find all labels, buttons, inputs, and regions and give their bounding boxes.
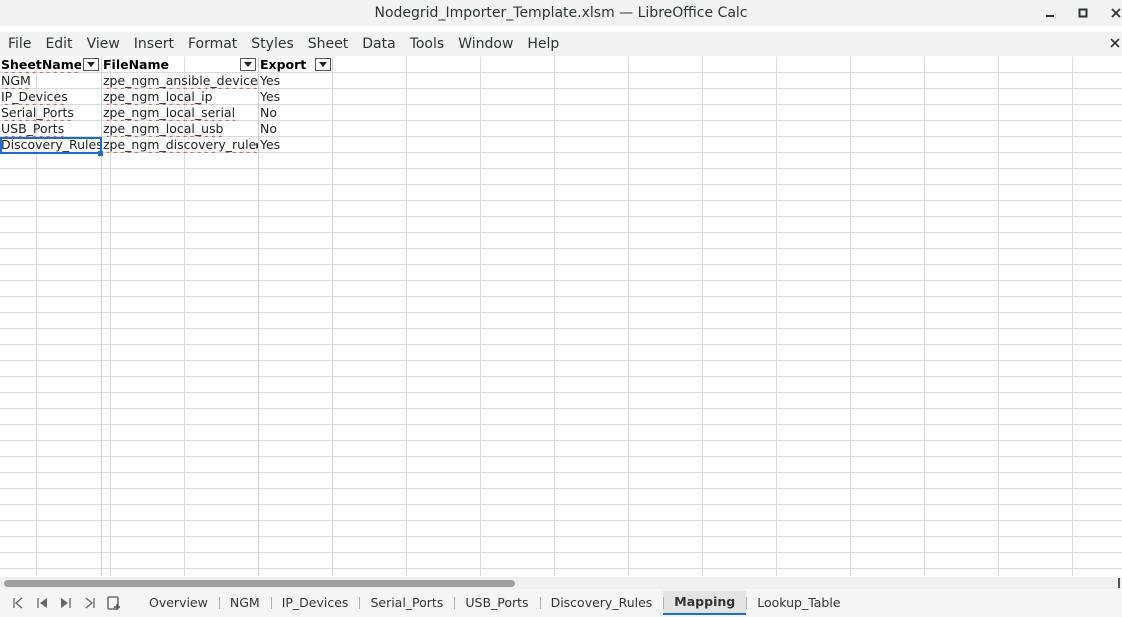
horizontal-scrollbar[interactable] — [0, 577, 1122, 589]
cell-filename[interactable]: zpe_ngm_discovery_rule▸ — [102, 137, 258, 153]
menu-file[interactable]: File — [0, 36, 31, 52]
cell-export[interactable]: Yes — [259, 73, 332, 89]
cell-export[interactable]: No — [259, 105, 332, 121]
dropdown-arrow-icon — [87, 62, 95, 67]
menu-help[interactable]: Help — [519, 36, 559, 52]
cell-filename[interactable]: zpe_ngm_local_usb — [102, 121, 258, 137]
menu-tools[interactable]: Tools — [402, 36, 445, 52]
menu-format[interactable]: Format — [180, 36, 237, 52]
cell-sheetname[interactable]: NGM — [0, 73, 100, 89]
close-icon — [1110, 38, 1120, 48]
sheet-tab-bar: Overview NGM IP_Devices Serial_Ports USB… — [0, 589, 1122, 617]
autofilter-button-filename[interactable] — [240, 58, 256, 71]
scrollbar-thumb[interactable] — [4, 580, 515, 587]
cell-filename[interactable]: zpe_ngm_local_serial — [102, 105, 258, 121]
close-window-button[interactable] — [1106, 3, 1122, 23]
sheet-tab-ngm[interactable]: NGM — [218, 591, 271, 615]
first-sheet-button[interactable] — [6, 593, 30, 613]
cell-sheetname[interactable]: USB_Ports — [0, 121, 100, 137]
cell-export[interactable]: Yes — [259, 137, 332, 153]
first-sheet-icon — [13, 597, 23, 609]
previous-sheet-icon — [37, 598, 47, 608]
header-cell-sheetname[interactable]: SheetName — [0, 57, 81, 73]
sheet-tab-serial-ports[interactable]: Serial_Ports — [359, 591, 454, 615]
header-cell-filename[interactable]: FileName — [102, 57, 238, 73]
cell-sheetname[interactable]: Serial_Ports — [0, 105, 100, 121]
cell-export[interactable]: No — [259, 121, 332, 137]
sheet-tab-overview[interactable]: Overview — [138, 591, 219, 615]
sheet-tab-mapping[interactable]: Mapping — [663, 591, 747, 615]
autofilter-button-sheetname[interactable] — [83, 58, 99, 71]
menu-styles[interactable]: Styles — [243, 36, 293, 52]
dropdown-arrow-icon — [244, 62, 252, 67]
next-sheet-icon — [61, 598, 71, 608]
minimize-button[interactable] — [1040, 3, 1060, 23]
cell-sheetname[interactable]: IP_Devices — [0, 89, 100, 105]
close-icon — [1111, 8, 1121, 18]
next-sheet-button[interactable] — [54, 593, 78, 613]
add-sheet-button[interactable] — [102, 593, 126, 613]
cell-cursor — [0, 137, 102, 154]
add-sheet-icon — [107, 596, 120, 610]
menu-view[interactable]: View — [79, 36, 120, 52]
menu-bar: File Edit View Insert Format Styles Shee… — [0, 32, 1122, 56]
menu-insert[interactable]: Insert — [126, 36, 174, 52]
previous-sheet-button[interactable] — [30, 593, 54, 613]
fill-handle[interactable] — [98, 151, 103, 156]
sheet-tab-discovery-rules[interactable]: Discovery_Rules — [539, 591, 664, 615]
autofilter-button-export[interactable] — [315, 58, 331, 71]
close-document-button[interactable] — [1110, 34, 1120, 52]
last-sheet-button[interactable] — [78, 593, 102, 613]
spreadsheet-grid[interactable]: SheetName FileName Export NGM zpe_ngm_an… — [0, 57, 1122, 576]
column-divider — [332, 57, 333, 576]
sheet-tab-usb-ports[interactable]: USB_Ports — [454, 591, 539, 615]
last-sheet-icon — [85, 597, 95, 609]
menu-data[interactable]: Data — [354, 36, 395, 52]
minimize-icon — [1046, 15, 1054, 17]
window-title: Nodegrid_Importer_Template.xlsm — LibreO… — [374, 5, 748, 21]
maximize-icon — [1078, 8, 1088, 18]
maximize-button[interactable] — [1073, 3, 1093, 23]
dropdown-arrow-icon — [319, 62, 327, 67]
cell-filename[interactable]: zpe_ngm_ansible_device▸ — [102, 73, 258, 89]
cell-filename[interactable]: zpe_ngm_local_ip — [102, 89, 258, 105]
sheet-tab-ip-devices[interactable]: IP_Devices — [270, 591, 360, 615]
cell-export[interactable]: Yes — [259, 89, 332, 105]
sheet-tab-lookup-table[interactable]: Lookup_Table — [746, 591, 851, 615]
header-cell-export[interactable]: Export — [259, 57, 312, 73]
window-titlebar: Nodegrid_Importer_Template.xlsm — LibreO… — [0, 0, 1122, 26]
menu-edit[interactable]: Edit — [37, 36, 72, 52]
scrollbar-resize-handle[interactable] — [1118, 578, 1120, 588]
menu-window[interactable]: Window — [450, 36, 513, 52]
menu-sheet[interactable]: Sheet — [300, 36, 348, 52]
